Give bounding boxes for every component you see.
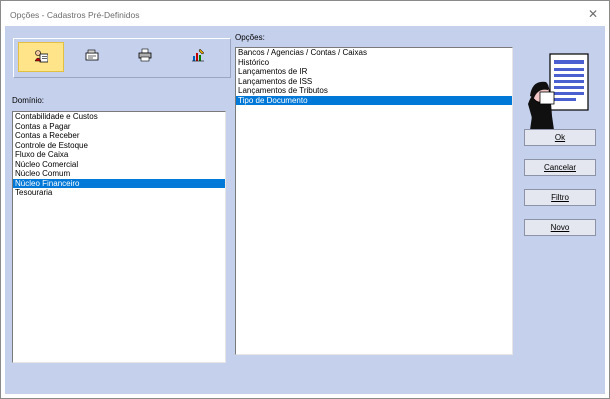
dominio-label: Domínio: <box>12 96 45 105</box>
dominio-listbox[interactable]: Contabilidade e Custos Contas a Pagar Cont… <box>12 111 226 363</box>
opcoes-listbox[interactable]: Bancos / Agencias / Contas / Caixas Histó… <box>235 47 513 355</box>
opcoes-list-item[interactable]: Lançamentos de IR <box>236 67 512 77</box>
dominio-list-item[interactable]: Controle de Estoque <box>13 141 225 151</box>
dominio-list-item[interactable]: Contas a Receber <box>13 131 225 141</box>
filtro-button[interactable]: Filtro <box>524 189 596 206</box>
dominio-list-item[interactable]: Contas a Pagar <box>13 122 225 132</box>
opcoes-list-item[interactable]: Histórico <box>236 58 512 68</box>
dominio-list-item[interactable]: Núcleo Comercial <box>13 160 225 170</box>
cancelar-button-label: Cancelar <box>543 163 576 172</box>
novo-button[interactable]: Novo <box>524 219 596 236</box>
opcoes-list-item[interactable]: Lançamentos de Tributos <box>236 86 512 96</box>
chart-tools-icon <box>192 48 205 62</box>
document-user-icon <box>528 53 589 135</box>
user-card-icon <box>34 50 48 63</box>
opcoes-list-item[interactable]: Lançamentos de ISS <box>236 77 512 87</box>
dominio-list-item[interactable]: Núcleo Financeiro <box>13 178 225 188</box>
opcoes-list-item[interactable]: Tipo de Documento <box>236 95 512 105</box>
close-button[interactable]: ✕ <box>585 7 601 21</box>
document-user-illustration <box>524 52 592 138</box>
dominio-list-item[interactable]: Núcleo Comum <box>13 169 225 179</box>
tool-user-card[interactable] <box>18 42 64 72</box>
ok-button-label: Ok <box>554 133 566 142</box>
ok-button[interactable]: Ok <box>524 129 596 146</box>
opcoes-label: Opções: <box>235 33 265 42</box>
novo-button-label: Novo <box>550 223 570 232</box>
printer-icon <box>138 48 152 62</box>
cancelar-button[interactable]: Cancelar <box>524 159 596 176</box>
window-title: Opções - Cadastros Pré-Definidos <box>10 10 140 20</box>
cash-register-icon <box>85 49 99 61</box>
filtro-button-label: Filtro <box>551 193 569 202</box>
dominio-list: Contabilidade e Custos Contas a Pagar Cont… <box>13 112 225 198</box>
tool-cash-register[interactable] <box>70 42 114 70</box>
dominio-list-item[interactable]: Contabilidade e Custos <box>13 112 225 122</box>
opcoes-list-item[interactable]: Bancos / Agencias / Contas / Caixas <box>236 48 512 58</box>
opcoes-list: Bancos / Agencias / Contas / Caixas Histó… <box>236 48 512 105</box>
tool-chart-tools[interactable] <box>176 42 220 70</box>
dominio-list-item[interactable]: Fluxo de Caixa <box>13 150 225 160</box>
dialog-client-area: Domínio: Contabilidade e Custos Contas a … <box>5 26 605 394</box>
dialog-window: Opções - Cadastros Pré-Definidos ✕ Domín… <box>0 0 610 399</box>
module-toolbar <box>13 38 231 78</box>
title-bar: Opções - Cadastros Pré-Definidos ✕ <box>1 1 609 26</box>
dominio-list-item[interactable]: Tesouraria <box>13 188 225 198</box>
tool-printer[interactable] <box>123 42 167 70</box>
